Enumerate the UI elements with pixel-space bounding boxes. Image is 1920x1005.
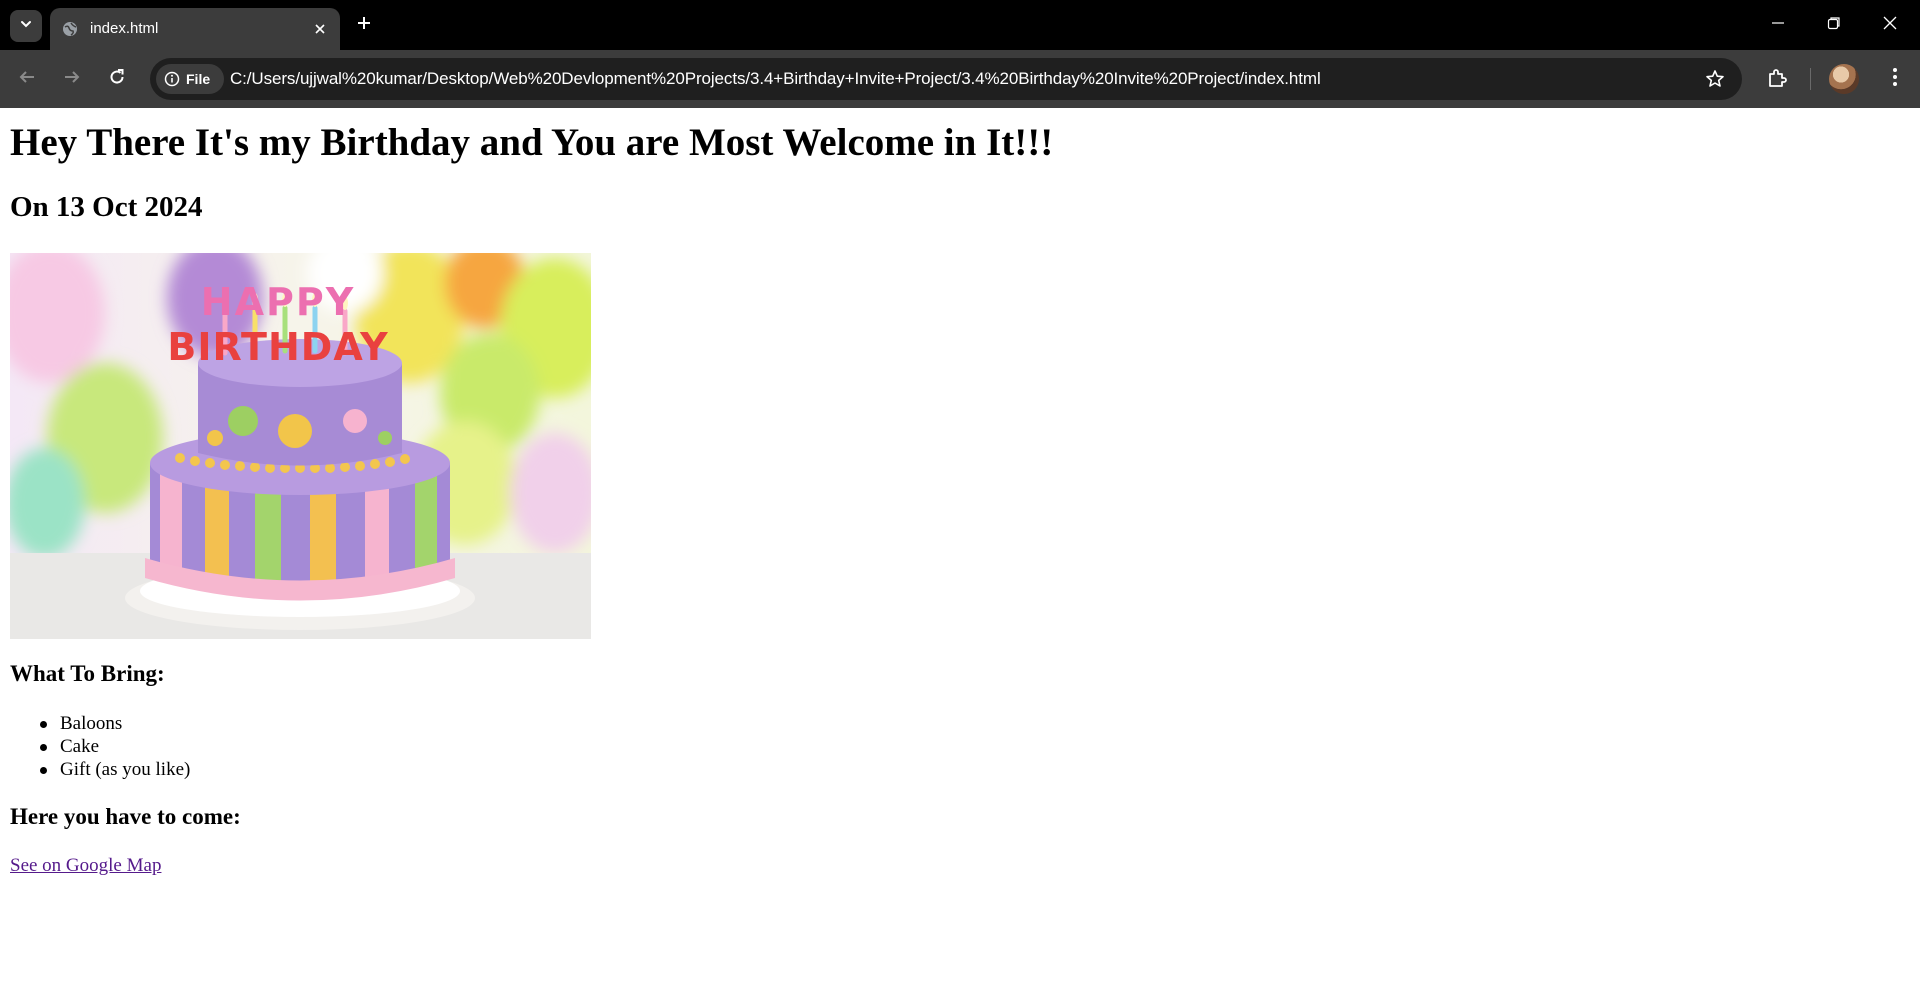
info-icon bbox=[164, 71, 180, 87]
more-vert-icon bbox=[1892, 67, 1898, 92]
star-icon[interactable] bbox=[1704, 68, 1726, 90]
toolbar-divider bbox=[1810, 68, 1811, 90]
avatar[interactable] bbox=[1829, 64, 1859, 94]
google-map-link[interactable]: See on Google Map bbox=[10, 855, 161, 877]
browser-menu-button[interactable] bbox=[1880, 64, 1910, 94]
address-bar[interactable]: File C:/Users/ujjwal%20kumar/Desktop/Web… bbox=[150, 58, 1742, 100]
date-heading: On 13 Oct 2024 bbox=[10, 191, 203, 223]
close-icon[interactable] bbox=[310, 19, 330, 39]
browser-toolbar: File C:/Users/ujjwal%20kumar/Desktop/Web… bbox=[0, 50, 1920, 108]
tab-search-button[interactable] bbox=[10, 10, 42, 42]
birthday-cake-image: HAPPY BIRTHDAY bbox=[10, 253, 591, 639]
bring-list: Baloons Cake Gift (as you like) bbox=[10, 712, 190, 781]
list-item: Baloons bbox=[10, 712, 190, 735]
list-item: Gift (as you like) bbox=[10, 758, 190, 781]
chevron-down-icon bbox=[19, 17, 33, 36]
location-heading: Here you have to come: bbox=[10, 804, 241, 829]
site-info-chip[interactable]: File bbox=[156, 64, 224, 94]
window-close-button[interactable] bbox=[1862, 0, 1918, 50]
active-tab[interactable]: index.html bbox=[50, 8, 340, 50]
minimize-icon bbox=[1771, 16, 1785, 35]
back-button[interactable] bbox=[11, 63, 43, 95]
page-title: Hey There It's my Birthday and You are M… bbox=[10, 121, 1054, 164]
extensions-button[interactable] bbox=[1762, 65, 1792, 95]
page-content: Hey There It's my Birthday and You are M… bbox=[0, 108, 1920, 1005]
what-to-bring-heading: What To Bring: bbox=[10, 661, 165, 686]
tab-strip: index.html bbox=[0, 0, 1920, 50]
reload-button[interactable] bbox=[101, 63, 133, 95]
url-text[interactable]: C:/Users/ujjwal%20kumar/Desktop/Web%20De… bbox=[230, 58, 1321, 100]
forward-arrow-icon bbox=[63, 68, 81, 91]
back-arrow-icon bbox=[18, 68, 36, 91]
forward-button[interactable] bbox=[56, 63, 88, 95]
close-icon bbox=[1883, 16, 1897, 35]
list-item: Cake bbox=[10, 735, 190, 758]
new-tab-button[interactable] bbox=[350, 11, 378, 39]
restore-icon bbox=[1827, 16, 1841, 35]
restore-button[interactable] bbox=[1806, 0, 1862, 50]
minimize-button[interactable] bbox=[1750, 0, 1806, 50]
extensions-icon bbox=[1766, 67, 1788, 94]
birthday-text: BIRTHDAY bbox=[167, 325, 388, 369]
globe-icon bbox=[62, 21, 78, 37]
site-chip-label: File bbox=[186, 71, 211, 87]
tab-title: index.html bbox=[90, 20, 159, 37]
plus-icon bbox=[356, 15, 372, 36]
happy-text: HAPPY bbox=[201, 280, 355, 324]
reload-icon bbox=[108, 68, 126, 91]
